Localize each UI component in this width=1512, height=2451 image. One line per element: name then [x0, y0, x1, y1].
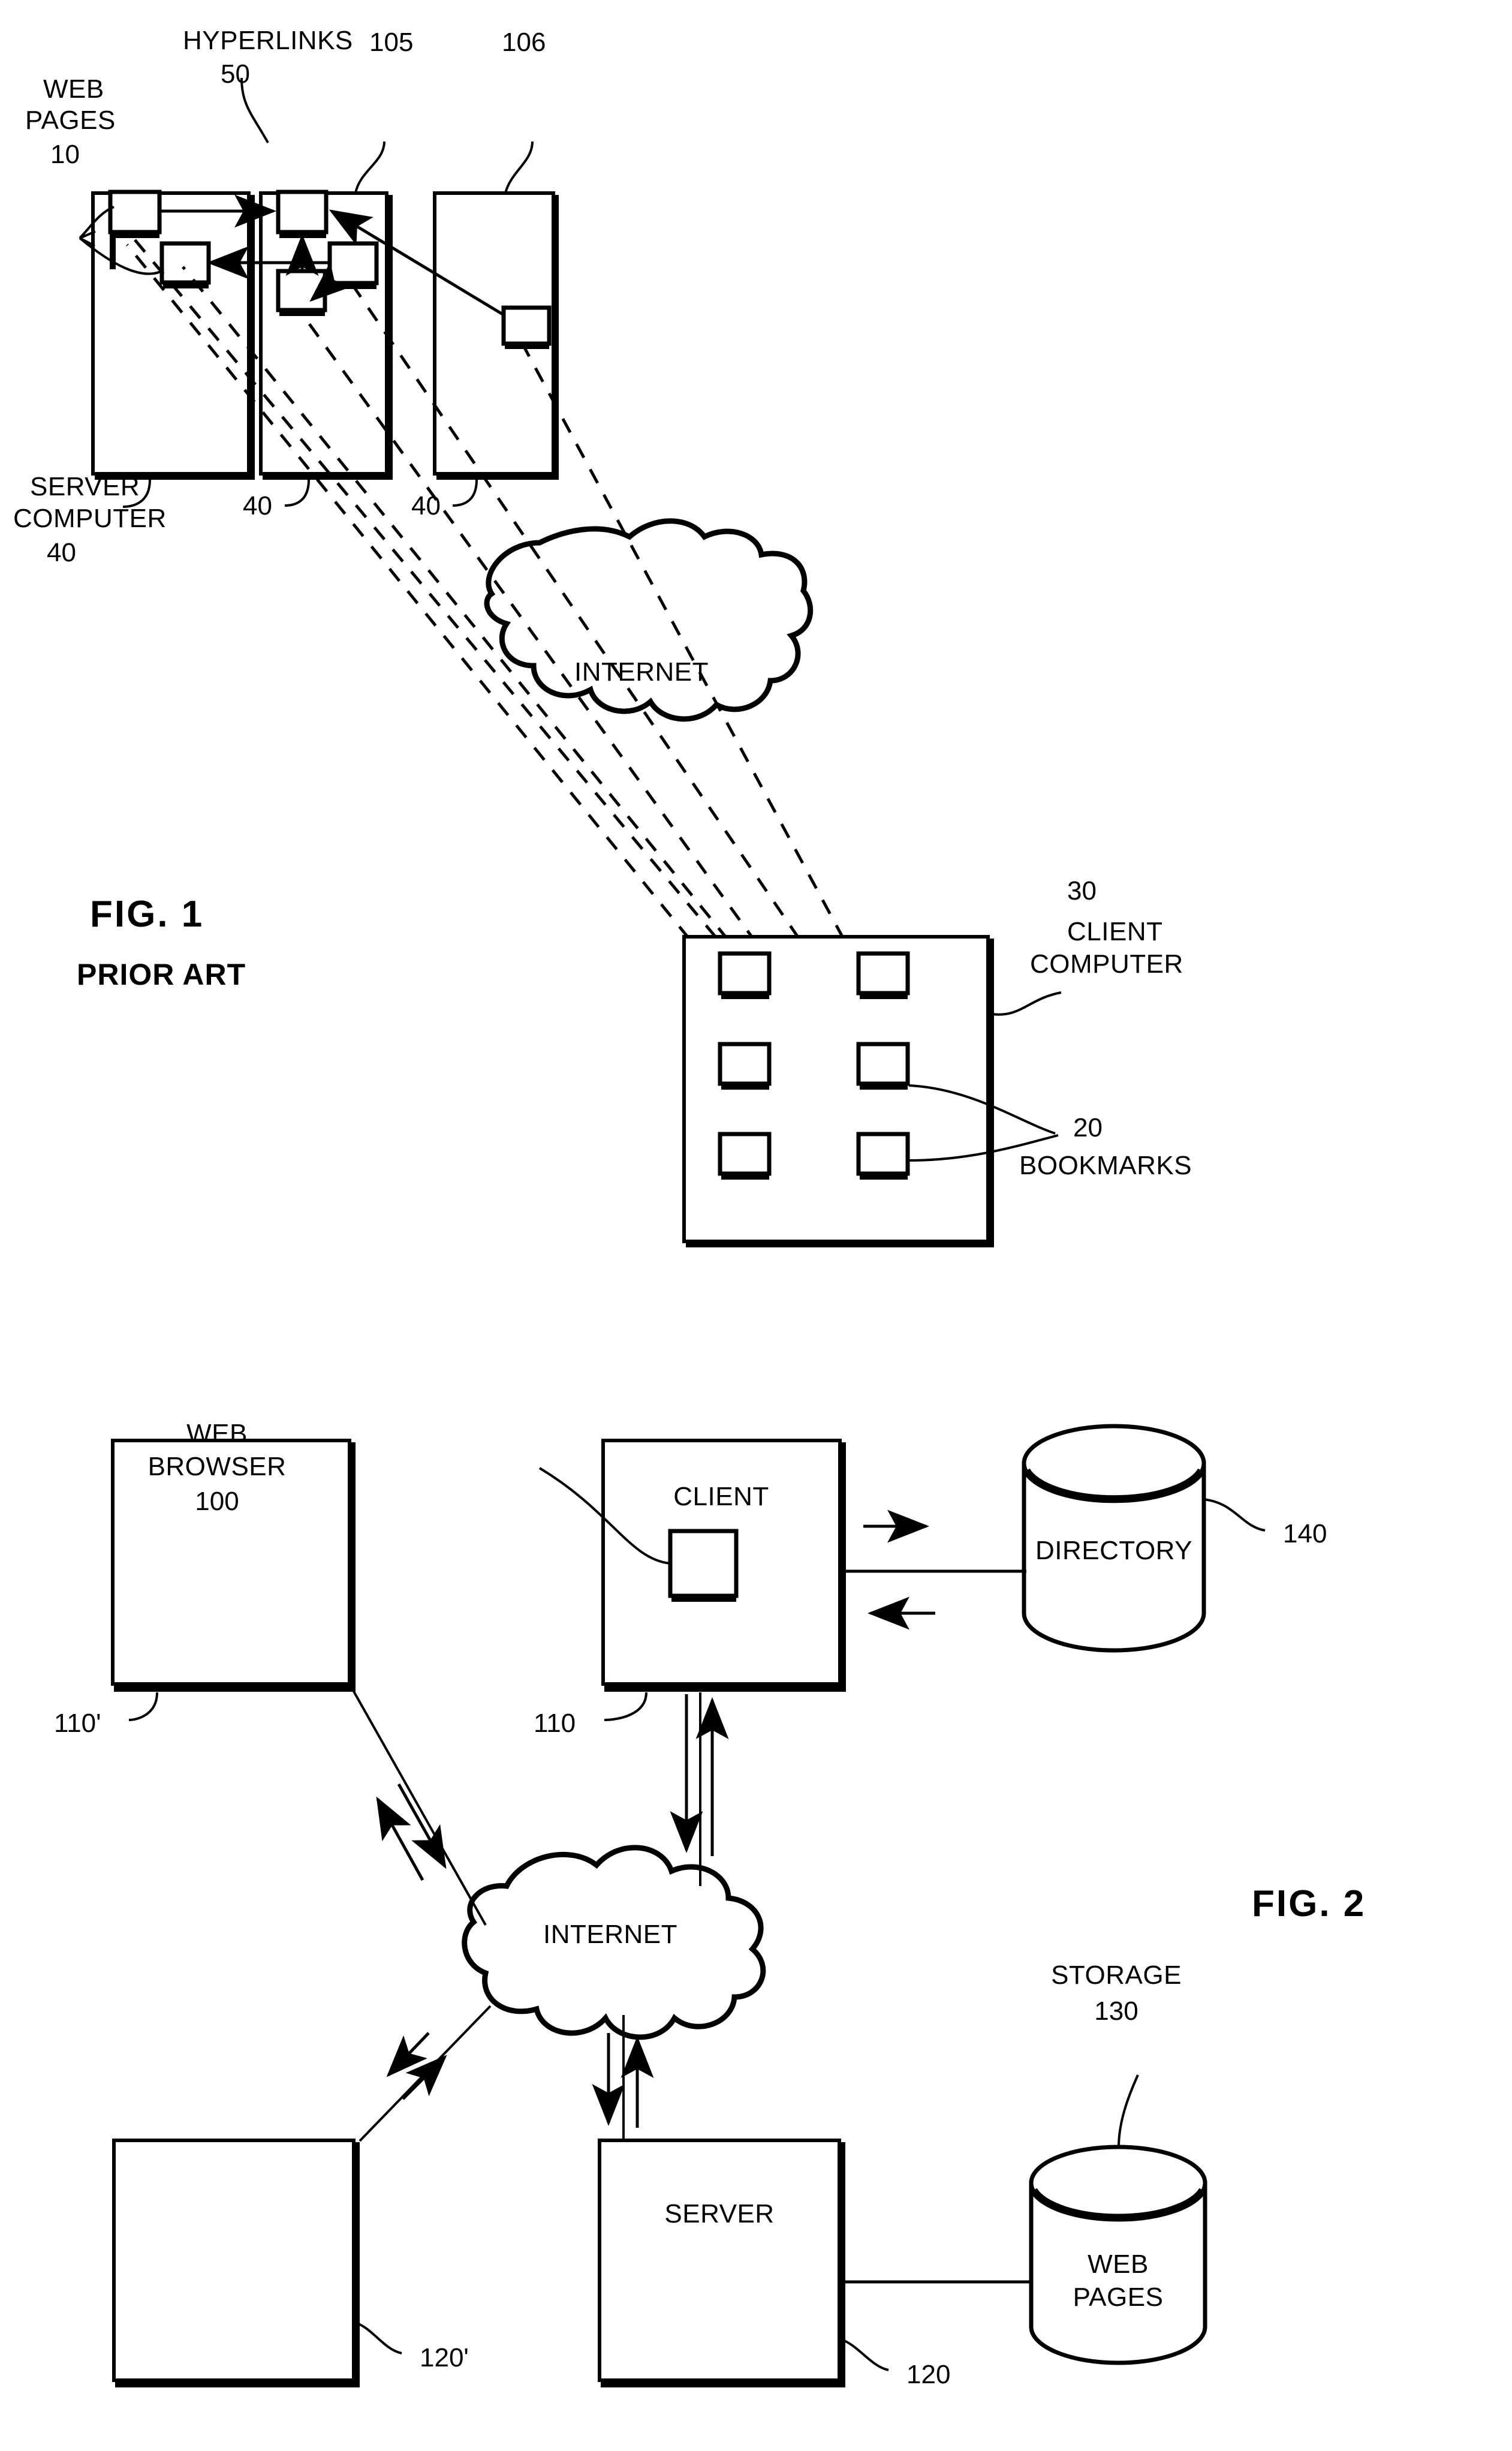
web-browser-box: [668, 1529, 739, 1602]
leader-line: [353, 2321, 402, 2354]
fig1-caption: FIG. 1: [90, 894, 204, 935]
fig1-web-pages-label-line1: WEB: [43, 74, 104, 104]
fig2-client-label: CLIENT: [673, 1482, 769, 1511]
leader-line: [284, 479, 310, 507]
remote-server-box-120prime: [112, 2139, 360, 2387]
fig1-client-computer-line2: COMPUTER: [1030, 949, 1183, 979]
link-line: [348, 1683, 487, 1926]
fig2-server-label: SERVER: [664, 2199, 774, 2229]
fig1-hyperlinks-ref: 50: [221, 59, 250, 89]
fig2-web-browser-ref: 100: [195, 1487, 239, 1516]
fig1-client-computer-ref: 30: [1067, 876, 1097, 906]
fig1-server-ref-right: 40: [411, 491, 441, 521]
leader-line: [452, 479, 478, 507]
leader-line: [354, 141, 385, 194]
fig1-bookmarks-label: BOOKMARKS: [1019, 1151, 1192, 1180]
bookmark-box: [856, 1132, 910, 1180]
bookmark-box: [856, 1042, 910, 1090]
link-line: [359, 2005, 492, 2142]
leader-line: [989, 991, 1062, 1016]
patent-drawing-sheet: WEB PAGES 10 HYPERLINKS 50 105 106 SERVE…: [0, 0, 1512, 2451]
fig2-caption: FIG. 2: [1252, 1883, 1366, 1924]
fig1-bookmarks-ref: 20: [1073, 1113, 1103, 1142]
fig1-subcaption: PRIOR ART: [77, 958, 246, 991]
uplink-arrow: [402, 2055, 447, 2100]
fig2-web-browser-line2: BROWSER: [148, 1452, 287, 1481]
fig1-server-ref-mid: 40: [243, 491, 272, 521]
leader-line: [504, 141, 534, 194]
leader-line: [128, 1692, 158, 1721]
uplink-arrow: [376, 1796, 424, 1881]
fig1-internet-label: INTERNET: [574, 657, 709, 687]
fig2-client-ref: 110: [534, 1709, 576, 1738]
fig2-directory-ref: 140: [1283, 1519, 1327, 1548]
fig2-storage-ref: 130: [1094, 1996, 1138, 2026]
fig1-server-computer-line2: COMPUTER: [13, 504, 167, 533]
leader-line: [1118, 2074, 1139, 2148]
fig2-server-ref: 120: [906, 2360, 950, 2389]
web-page-box: [327, 241, 379, 289]
bookmark-box: [718, 1042, 772, 1090]
fig1-server-computer-line1: SERVER: [30, 472, 140, 501]
downlink-arrow: [397, 1783, 447, 1869]
fig1-web-pages-ref: 10: [50, 140, 80, 169]
fig2-internet-label: INTERNET: [543, 1920, 677, 1949]
leader-line: [1202, 1498, 1266, 1532]
fig2-web-browser-line1: WEB: [186, 1419, 248, 1448]
fig1-server-computer-ref: 40: [47, 538, 76, 567]
bookmark-box: [856, 951, 910, 999]
leader-line: [604, 1692, 647, 1721]
web-page-box: [276, 190, 329, 238]
fig2-client-alt-ref: 110': [54, 1709, 101, 1738]
bookmark-box: [718, 951, 772, 999]
fig1-ref-105: 105: [369, 28, 413, 57]
server-box-120: [598, 2139, 845, 2387]
web-page-box: [501, 305, 552, 349]
fig2-web-pages-line1: WEB: [1088, 2249, 1149, 2279]
bookmark-box: [718, 1132, 772, 1180]
fig1-ref-106: 106: [502, 28, 546, 57]
fig1-client-computer-line1: CLIENT: [1067, 917, 1162, 946]
fig2-server-alt-ref: 120': [420, 2343, 469, 2372]
leader-line: [839, 2338, 889, 2371]
fig1-hyperlinks-label: HYPERLINKS: [183, 26, 353, 55]
fig2-storage-label: STORAGE: [1051, 1960, 1182, 1990]
downlink-arrow: [386, 2032, 430, 2077]
fig2-directory-label: DIRECTORY: [1035, 1536, 1192, 1565]
fig2-web-pages-line2: PAGES: [1073, 2282, 1164, 2312]
fig1-web-pages-label-line2: PAGES: [25, 106, 116, 135]
web-page-box: [159, 241, 211, 288]
